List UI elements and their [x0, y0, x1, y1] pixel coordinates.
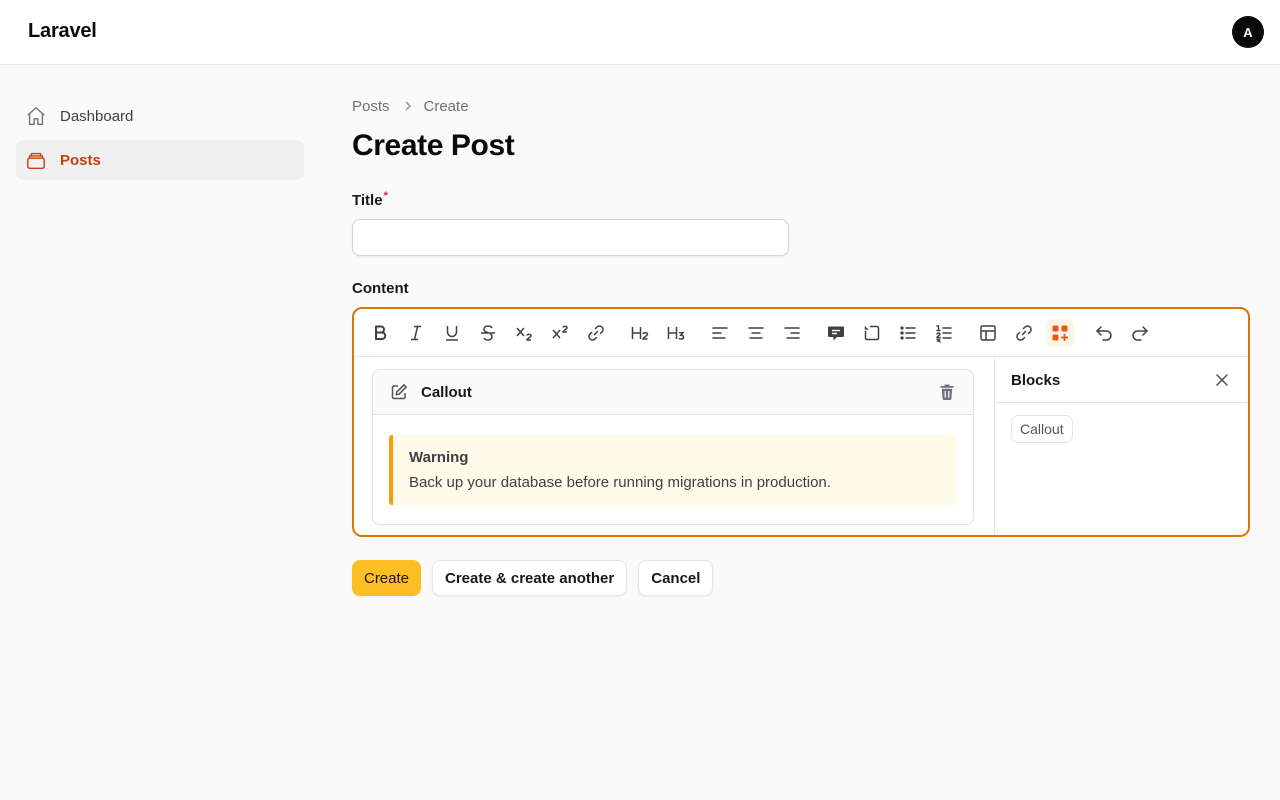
blocks-panel: Blocks Callout — [994, 358, 1248, 535]
stack-icon — [24, 148, 48, 172]
underline-icon[interactable] — [438, 319, 466, 347]
top-bar: Laravel A — [0, 0, 1280, 65]
blocks-panel-title: Blocks — [1011, 372, 1061, 389]
comment-icon[interactable] — [822, 319, 850, 347]
edit-icon[interactable] — [389, 382, 409, 402]
callout-body: Back up your database before running mig… — [409, 474, 831, 491]
bold-icon[interactable] — [366, 319, 394, 347]
editor-toolbar — [354, 309, 1248, 357]
callout-box: Warning Back up your database before run… — [389, 435, 957, 505]
sidebar: Dashboard Posts — [16, 96, 304, 184]
ordered-list-icon[interactable] — [930, 319, 958, 347]
sidebar-item-label: Posts — [60, 151, 101, 169]
blocks-icon[interactable] — [1046, 319, 1074, 347]
create-another-button[interactable]: Create & create another — [432, 560, 628, 596]
callout-block[interactable]: Callout Warning Back up your database be… — [372, 369, 974, 525]
block-option-callout[interactable]: Callout — [1011, 415, 1073, 443]
sidebar-item-posts[interactable]: Posts — [16, 140, 304, 180]
breadcrumb-item-create: Create — [423, 97, 469, 115]
blocks-panel-header: Blocks — [995, 358, 1248, 403]
heading2-icon[interactable] — [626, 319, 654, 347]
form-actions: Create Create & create another Cancel — [352, 560, 724, 596]
required-mark: * — [383, 190, 388, 202]
main-content: Posts Create Create Post Title* Content — [352, 96, 1250, 596]
title-label-text: Title — [352, 192, 383, 209]
cancel-button[interactable]: Cancel — [638, 560, 714, 596]
close-icon[interactable] — [1214, 372, 1230, 388]
page-title: Create Post — [352, 129, 515, 162]
editor-content[interactable]: Callout Warning Back up your database be… — [354, 358, 994, 535]
bullet-list-icon[interactable] — [894, 319, 922, 347]
superscript-icon[interactable] — [546, 319, 574, 347]
trash-icon[interactable] — [937, 382, 957, 402]
home-icon — [24, 104, 48, 128]
redo-icon[interactable] — [1126, 319, 1154, 347]
undo-icon[interactable] — [1090, 319, 1118, 347]
link-icon[interactable] — [1010, 319, 1038, 347]
brand-logo[interactable]: Laravel — [28, 20, 97, 43]
sidebar-item-dashboard[interactable]: Dashboard — [16, 96, 304, 136]
subscript-icon[interactable] — [510, 319, 538, 347]
rich-editor[interactable]: Callout Warning Back up your database be… — [352, 307, 1250, 537]
breadcrumb-item-posts[interactable]: Posts — [352, 98, 390, 115]
chevron-right-icon — [402, 100, 414, 112]
block-header: Callout — [373, 370, 973, 415]
callout-title: Warning — [409, 449, 469, 466]
italic-icon[interactable] — [402, 319, 430, 347]
content-label: Content — [352, 280, 409, 297]
create-button[interactable]: Create — [352, 560, 421, 596]
link-icon[interactable] — [582, 319, 610, 347]
heading3-icon[interactable] — [662, 319, 690, 347]
align-right-icon[interactable] — [778, 319, 806, 347]
hard-break-icon[interactable] — [858, 319, 886, 347]
table-icon[interactable] — [974, 319, 1002, 347]
block-name: Callout — [421, 384, 472, 401]
align-left-icon[interactable] — [706, 319, 734, 347]
sidebar-item-label: Dashboard — [60, 107, 134, 125]
title-label: Title* — [352, 190, 388, 209]
editor-body: Callout Warning Back up your database be… — [354, 358, 1248, 535]
user-avatar[interactable]: A — [1232, 16, 1264, 48]
align-center-icon[interactable] — [742, 319, 770, 347]
title-input[interactable] — [352, 219, 789, 256]
breadcrumb: Posts Create — [352, 96, 1250, 116]
strikethrough-icon[interactable] — [474, 319, 502, 347]
